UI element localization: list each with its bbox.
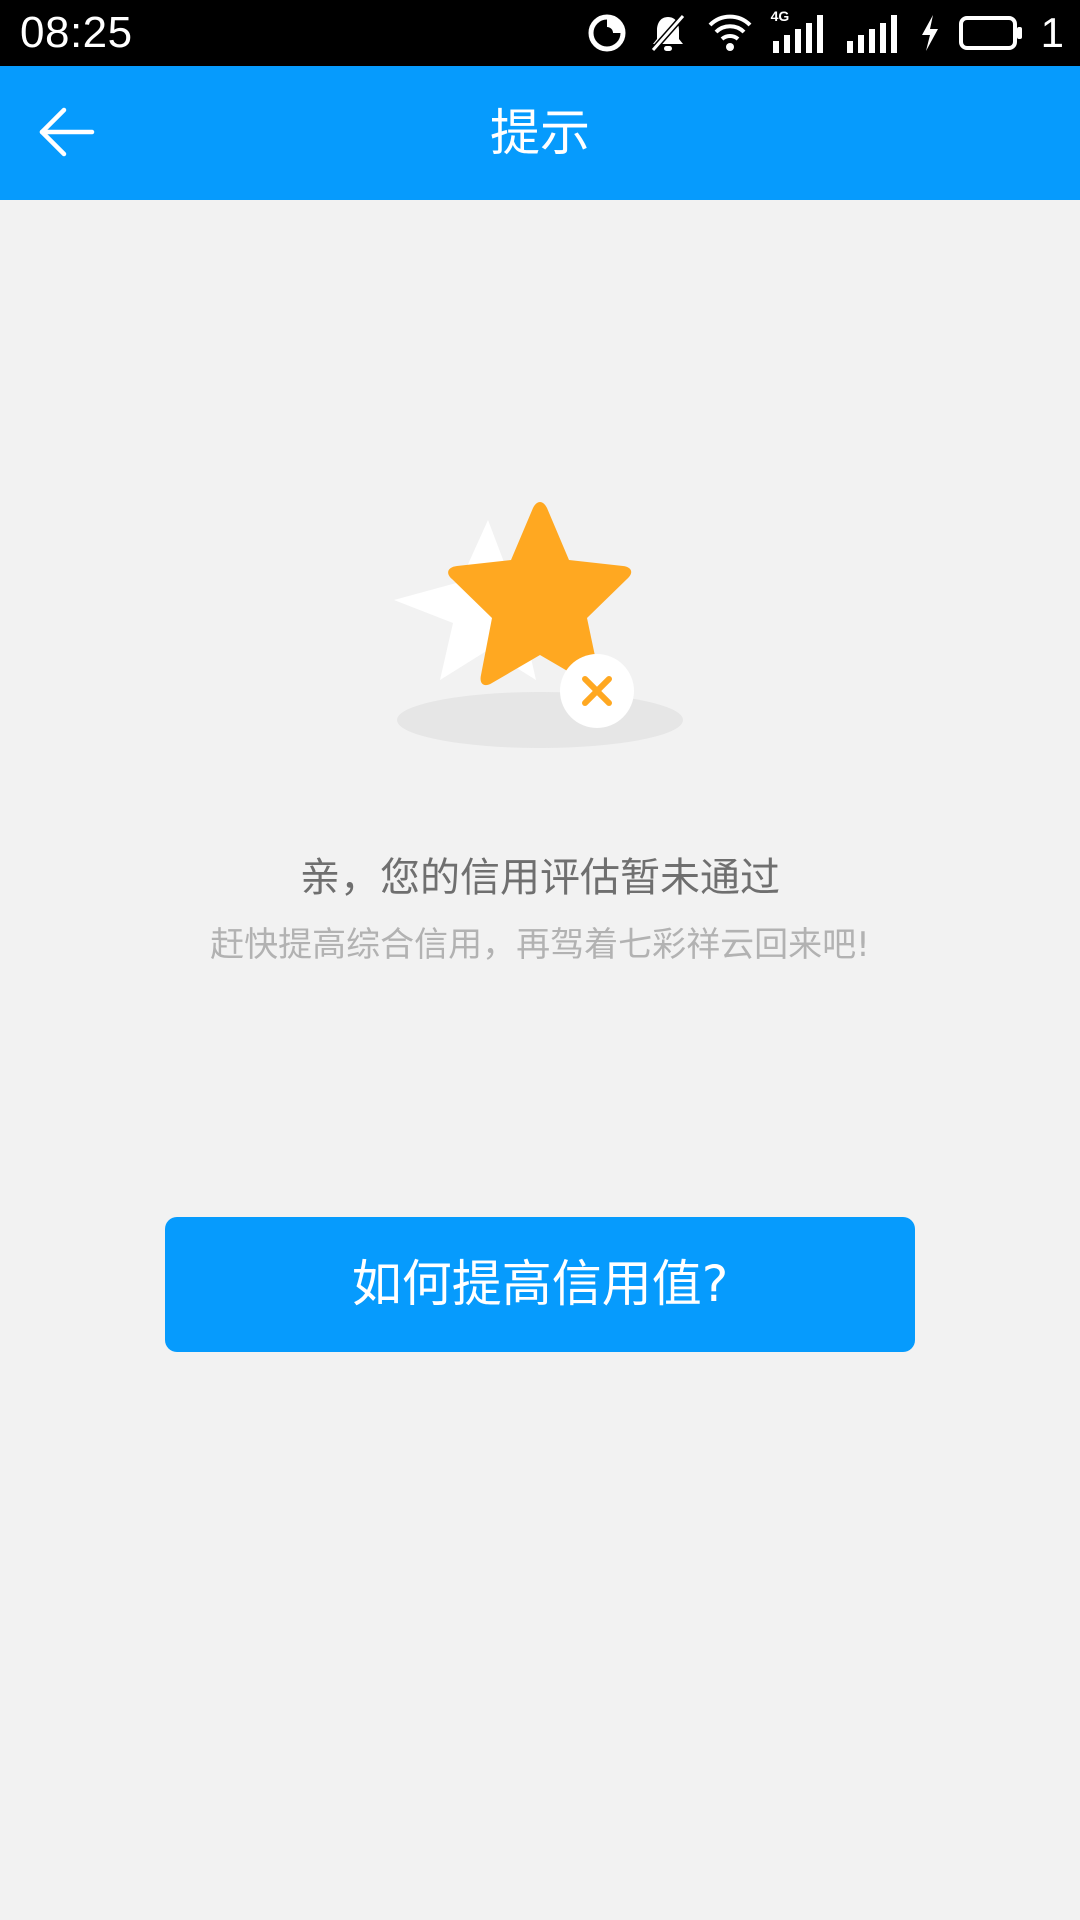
- charging-bolt-icon: [919, 13, 941, 53]
- status-icons: 4G 1: [585, 8, 1064, 58]
- star-rejected-illustration: [380, 490, 700, 760]
- page-title: 提示: [490, 104, 590, 162]
- star-rejected-icon: [394, 502, 683, 748]
- app-bar: 提示: [0, 66, 1080, 200]
- battery-icon: [958, 15, 1023, 51]
- status-bar: 08:25 4G 1: [0, 0, 1080, 66]
- status-time: 08:25: [20, 8, 133, 57]
- message-main: 亲，您的信用评估暂未通过: [300, 855, 780, 901]
- cellular-signal-icon: [845, 11, 901, 55]
- data-saver-icon: [585, 11, 629, 55]
- improve-credit-button[interactable]: 如何提高信用值?: [165, 1217, 915, 1352]
- notifications-off-icon: [647, 12, 689, 54]
- message-sub: 赶快提高综合信用，再驾着七彩祥云回来吧!: [210, 925, 870, 965]
- cellular-4g-signal-icon: 4G: [771, 9, 827, 55]
- battery-level: 1: [1040, 9, 1064, 56]
- wifi-icon: [707, 13, 753, 53]
